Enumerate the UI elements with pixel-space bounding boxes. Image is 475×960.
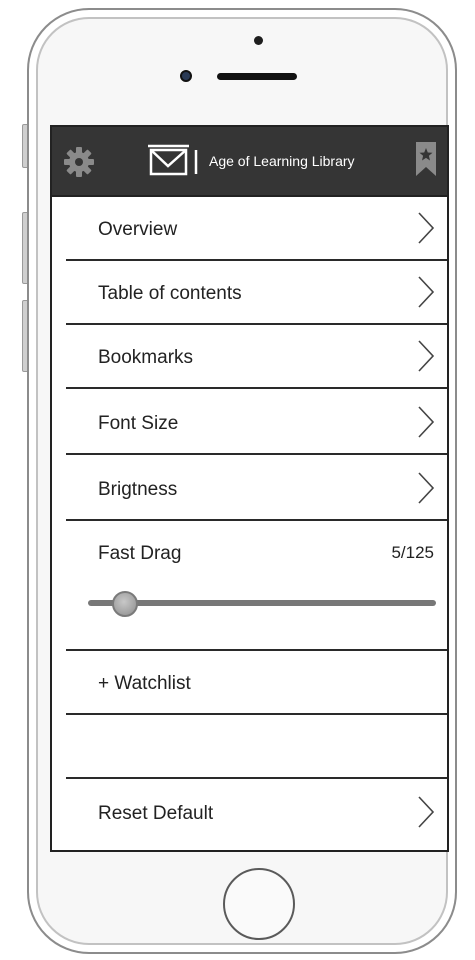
menu-item-font-size[interactable]: Font Size bbox=[66, 391, 447, 455]
menu-item-label: Font Size bbox=[98, 413, 179, 434]
fast-drag-section: Fast Drag 5/125 bbox=[66, 521, 447, 651]
watchlist-label: + Watchlist bbox=[98, 673, 191, 694]
fast-drag-label: Fast Drag bbox=[98, 543, 182, 564]
blank-row bbox=[66, 715, 447, 779]
front-camera bbox=[180, 70, 192, 82]
proximity-sensor bbox=[254, 36, 263, 45]
home-button[interactable] bbox=[223, 868, 295, 940]
gear-icon[interactable] bbox=[62, 145, 96, 179]
menu-item-label: Brigtness bbox=[98, 479, 178, 500]
app-title: Age of Learning Library bbox=[209, 153, 355, 169]
chevron-right-icon bbox=[418, 276, 435, 308]
app-header: Age of Learning Library bbox=[52, 127, 447, 197]
app-screen: Age of Learning Library Overview Table o… bbox=[50, 125, 449, 852]
earpiece-speaker bbox=[217, 73, 297, 80]
menu-item-bookmarks[interactable]: Bookmarks bbox=[66, 325, 447, 389]
watchlist-item[interactable]: + Watchlist bbox=[66, 651, 447, 715]
fast-drag-slider-track[interactable] bbox=[88, 600, 436, 606]
bookmark-star-icon[interactable] bbox=[415, 141, 437, 177]
menu-item-overview[interactable]: Overview bbox=[66, 197, 447, 261]
reset-default-label: Reset Default bbox=[98, 803, 214, 824]
fast-drag-counter: 5/125 bbox=[391, 543, 434, 562]
chevron-right-icon bbox=[418, 406, 435, 438]
reset-default-item[interactable]: Reset Default bbox=[66, 781, 447, 845]
chevron-right-icon bbox=[418, 212, 435, 244]
chevron-right-icon bbox=[418, 796, 435, 828]
chevron-right-icon bbox=[418, 340, 435, 372]
book-logo-icon bbox=[148, 144, 198, 176]
menu-item-label: Overview bbox=[98, 219, 178, 240]
menu-item-label: Table of contents bbox=[98, 283, 242, 304]
menu-item-label: Bookmarks bbox=[98, 347, 194, 368]
fast-drag-slider-thumb[interactable] bbox=[112, 591, 138, 617]
menu-item-table-of-contents[interactable]: Table of contents bbox=[66, 261, 447, 325]
chevron-right-icon bbox=[418, 472, 435, 504]
menu-item-brightness[interactable]: Brigtness bbox=[66, 457, 447, 521]
